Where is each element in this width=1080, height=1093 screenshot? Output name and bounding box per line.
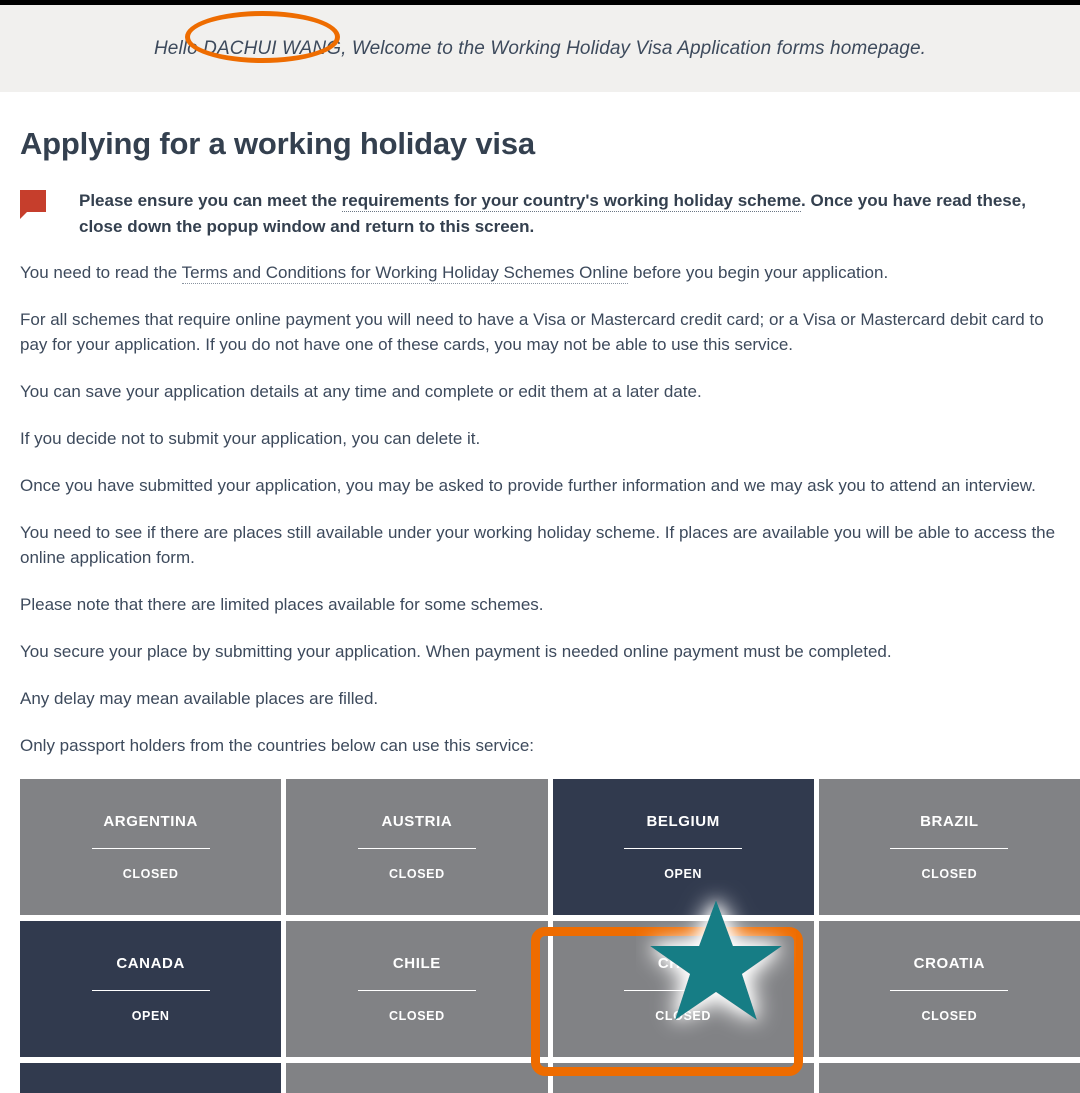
- country-tile-divider: [357, 847, 476, 849]
- paragraph-places: You need to see if there are places stil…: [20, 522, 1056, 567]
- page-title: Applying for a working holiday visa: [20, 126, 535, 161]
- country-tile-canada[interactable]: CANADA OPEN: [20, 920, 282, 1057]
- country-tile-divider: [624, 989, 743, 991]
- greeting-banner: Hello DACHUI WANG, Welcome to the Workin…: [0, 5, 1080, 92]
- country-tile[interactable]: [552, 1062, 814, 1093]
- country-tile-divider: [890, 847, 1009, 849]
- country-tile-divider: [91, 989, 210, 991]
- country-tile-status: CLOSED: [655, 1008, 711, 1023]
- country-tile-name: ARGENTINA: [103, 812, 198, 830]
- terms-before: You need to read the: [20, 263, 182, 282]
- country-tile-status: OPEN: [131, 1008, 170, 1023]
- paragraph-terms: You need to read the Terms and Condition…: [20, 261, 1060, 286]
- paragraph-delay: Any delay may mean available places are …: [20, 688, 379, 708]
- country-tile-name: BELGIUM: [646, 812, 720, 830]
- country-tile-status: OPEN: [664, 866, 703, 881]
- notice-lead: Please ensure you can meet the: [79, 191, 342, 210]
- country-tile-argentina[interactable]: ARGENTINA CLOSED: [20, 778, 282, 915]
- note-callout-icon: [20, 190, 46, 219]
- country-tile-status: CLOSED: [921, 866, 978, 881]
- country-tile-name: AUSTRIA: [381, 812, 453, 830]
- country-tile[interactable]: [286, 1062, 548, 1093]
- country-tile-name: CROATIA: [913, 954, 986, 972]
- greeting-user-name: DACHUI WANG,: [203, 37, 347, 59]
- country-tile-name: CANADA: [116, 954, 185, 972]
- greeting-prefix: Hello: [153, 37, 204, 59]
- greeting-suffix: Welcome to the Working Holiday Visa Appl…: [346, 37, 927, 59]
- country-grid-wrapper: ARGENTINA CLOSED AUSTRIA CLOSED BELGIUM OPEN B…: [20, 778, 1080, 1093]
- country-tile-status: CLOSED: [921, 1008, 978, 1023]
- country-tile-brazil[interactable]: BRAZIL CLOSED: [818, 778, 1080, 915]
- terms-and-conditions-link[interactable]: Terms and Conditions for Working Holiday…: [181, 263, 629, 284]
- page-content: Applying for a working holiday visa Plea…: [0, 126, 1080, 1093]
- country-tile-divider: [624, 847, 743, 849]
- country-tile-divider: [91, 847, 210, 849]
- country-tile-status: CLOSED: [122, 866, 179, 881]
- country-tile[interactable]: [20, 1062, 282, 1093]
- country-tile-china[interactable]: CHINA CLOSED: [552, 920, 814, 1057]
- greeting-text: Hello DACHUI WANG, Welcome to the Workin…: [154, 38, 926, 60]
- paragraph-payment: For all schemes that require online paym…: [20, 309, 1044, 354]
- country-grid: ARGENTINA CLOSED AUSTRIA CLOSED BELGIUM OPEN B…: [20, 778, 1080, 1093]
- terms-after: before you begin your application.: [628, 263, 889, 282]
- important-notice: Please ensure you can meet the requireme…: [20, 188, 1060, 239]
- country-tile-name: CHILE: [392, 954, 441, 972]
- country-tile-divider: [357, 989, 476, 991]
- country-tile-croatia[interactable]: CROATIA CLOSED: [818, 920, 1080, 1057]
- country-tile-status: CLOSED: [389, 866, 445, 881]
- country-tile-status: CLOSED: [389, 1008, 445, 1023]
- country-tile-name: CHINA: [657, 954, 709, 972]
- paragraph-delete: If you decide not to submit your applica…: [20, 428, 481, 448]
- paragraph-limited: Please note that there are limited place…: [20, 594, 544, 614]
- notice-text: Please ensure you can meet the requireme…: [79, 188, 1060, 239]
- country-tile-name: BRAZIL: [920, 812, 979, 830]
- country-tile-chile[interactable]: CHILE CLOSED: [286, 920, 548, 1057]
- country-tile-belgium[interactable]: BELGIUM OPEN: [552, 778, 814, 915]
- country-tile-austria[interactable]: AUSTRIA CLOSED: [286, 778, 548, 915]
- country-tile[interactable]: [818, 1062, 1080, 1093]
- paragraph-only-passport-holders: Only passport holders from the countries…: [20, 735, 535, 755]
- requirements-link[interactable]: requirements for your country's working …: [341, 191, 802, 212]
- paragraph-save: You can save your application details at…: [20, 381, 702, 401]
- paragraph-secure: You secure your place by submitting your…: [20, 641, 892, 661]
- country-tile-divider: [890, 989, 1009, 991]
- paragraph-interview: Once you have submitted your application…: [20, 475, 1036, 495]
